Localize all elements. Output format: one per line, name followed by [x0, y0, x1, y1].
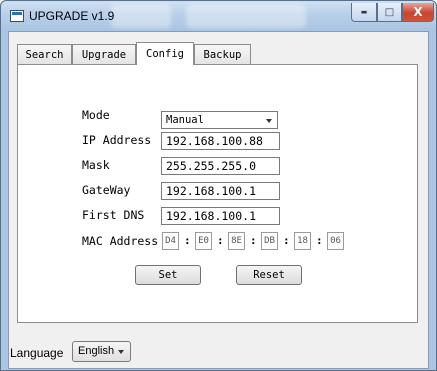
client-area: Search Upgrade Config Backup Mode Manual…	[8, 31, 429, 369]
mac-separator: :	[283, 234, 290, 247]
app-window: UPGRADE v1.9 ▬ □ X Search Upgrade Config…	[0, 0, 437, 371]
chevron-down-icon	[266, 119, 272, 123]
reset-button[interactable]: Reset	[236, 265, 302, 285]
mac-octet-6[interactable]: 06	[327, 232, 344, 250]
set-button[interactable]: Set	[135, 265, 201, 285]
mac-octet-3[interactable]: 8E	[228, 232, 245, 250]
tab-search[interactable]: Search	[17, 44, 72, 64]
maximize-button[interactable]: □	[377, 3, 402, 22]
tab-backup[interactable]: Backup	[194, 44, 251, 64]
mac-octet-4[interactable]: DB	[261, 232, 278, 250]
minimize-icon: ▬	[360, 8, 368, 16]
mode-label: Mode	[82, 108, 110, 122]
mac-separator: :	[250, 234, 257, 247]
chevron-down-icon	[118, 350, 124, 354]
tab-label: Config	[146, 48, 184, 60]
tab-label: Search	[25, 48, 64, 61]
mac-octet-2[interactable]: E0	[195, 232, 212, 250]
tab-label: Upgrade	[81, 48, 127, 61]
mac-address-group: D4 : E0 : 8E : DB : 18 : 06	[162, 232, 362, 250]
tab-upgrade[interactable]: Upgrade	[72, 44, 136, 64]
mac-separator: :	[316, 234, 323, 247]
tab-config[interactable]: Config	[136, 42, 194, 65]
gateway-label: GateWay	[82, 183, 131, 197]
ip-input[interactable]: 192.168.100.88	[161, 132, 280, 150]
title-bar[interactable]: UPGRADE v1.9 ▬ □ X	[1, 1, 436, 31]
window-title: UPGRADE v1.9	[29, 9, 115, 23]
mac-octet-5[interactable]: 18	[294, 232, 311, 250]
config-panel: Mode Manual IP Address 192.168.100.88 Ma…	[17, 64, 418, 323]
mode-select[interactable]: Manual	[161, 111, 278, 129]
mode-value: Manual	[166, 114, 204, 126]
dns-input[interactable]: 192.168.100.1	[161, 207, 280, 225]
language-label: Language	[10, 346, 64, 360]
mask-input[interactable]: 255.255.255.0	[161, 157, 280, 175]
mac-octet-1[interactable]: D4	[162, 232, 179, 250]
language-select[interactable]: English	[72, 341, 131, 362]
mask-label: Mask	[82, 158, 110, 172]
close-icon: X	[413, 5, 423, 19]
ip-label: IP Address	[82, 133, 152, 147]
close-button[interactable]: X	[402, 3, 434, 22]
tab-label: Backup	[203, 48, 242, 61]
language-value: English	[78, 345, 115, 357]
mac-separator: :	[217, 234, 224, 247]
gateway-input[interactable]: 192.168.100.1	[161, 182, 280, 200]
maximize-icon: □	[384, 6, 395, 18]
app-icon	[10, 10, 24, 22]
minimize-button[interactable]: ▬	[351, 3, 377, 22]
mac-separator: :	[184, 234, 191, 247]
dns-label: First DNS	[82, 208, 145, 222]
mac-label: MAC Address	[82, 234, 159, 248]
